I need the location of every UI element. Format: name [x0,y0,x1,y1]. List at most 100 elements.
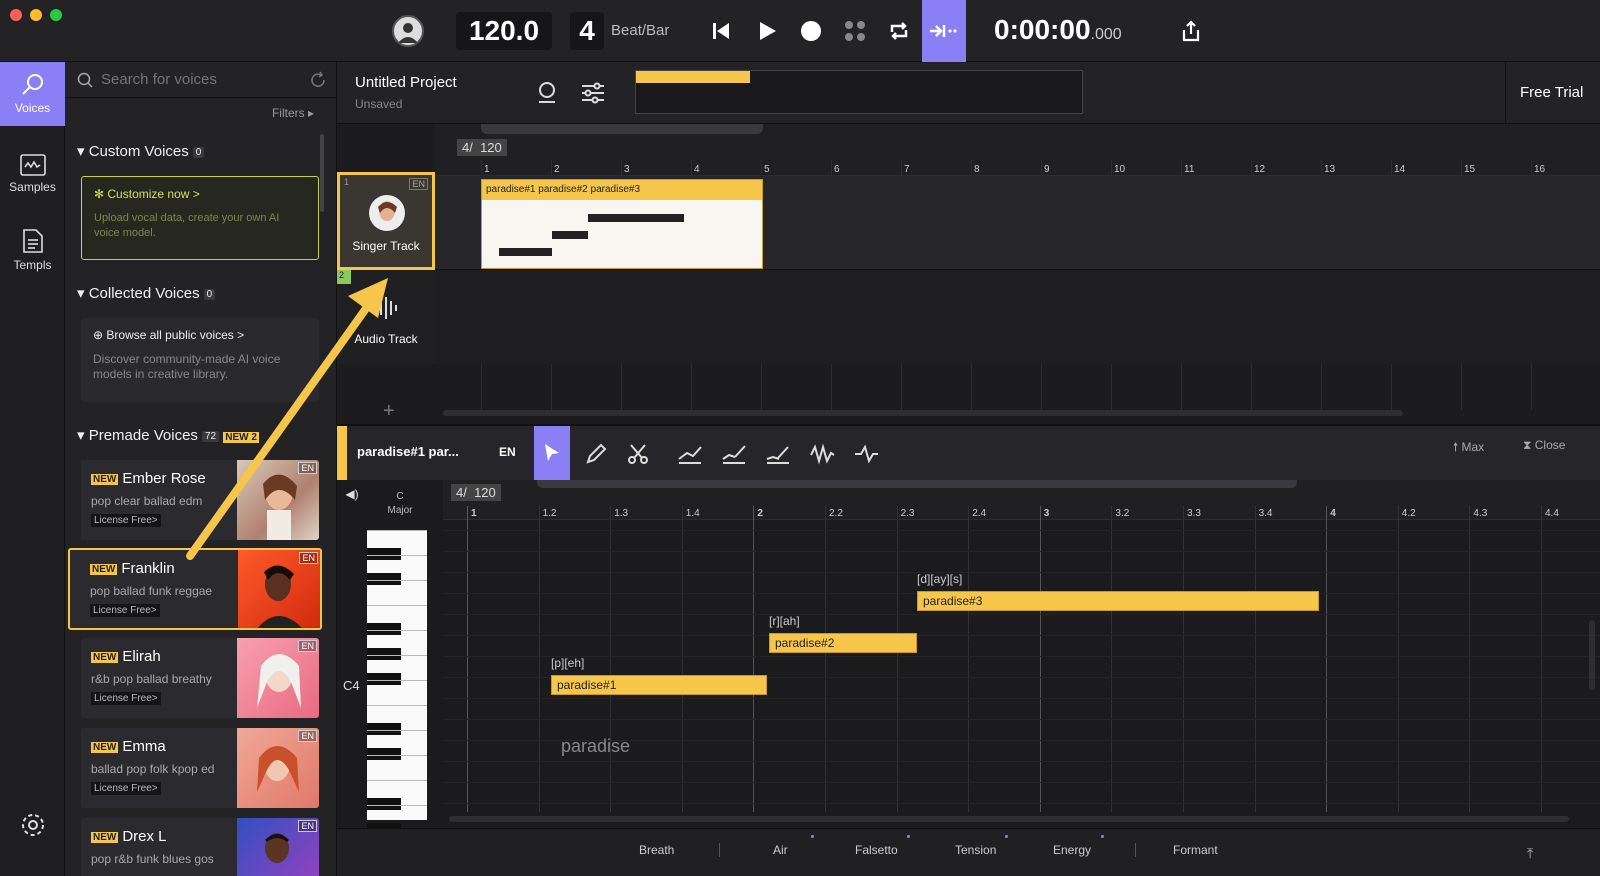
transition-icon[interactable] [853,443,879,465]
metronome-grid-icon[interactable] [840,16,870,46]
note-paradise-3[interactable]: paradise#3 [917,591,1319,611]
param-energy[interactable]: Energy [1053,843,1091,857]
loop-icon[interactable] [884,16,914,46]
param-formant[interactable]: Formant [1173,843,1218,857]
piano-loop-region[interactable] [537,480,1297,488]
browse-link[interactable]: ⊕ Browse all public voices > [93,328,307,342]
black-key[interactable] [367,723,401,735]
filters-button[interactable]: Filters ▸ [272,106,314,120]
speaker-icon[interactable]: ◀) [337,480,367,508]
nav-voices[interactable]: Voices [0,62,65,126]
piano-h-scrollbar[interactable] [449,816,1569,822]
param-air[interactable]: Air [773,843,788,857]
nav-templs[interactable]: Templs [0,218,65,282]
browse-box[interactable]: ⊕ Browse all public voices > Discover co… [81,318,319,402]
param-breath[interactable]: Breath [639,843,674,857]
arrange-timesig[interactable]: 4/ 120 [457,139,507,156]
piano-timesig[interactable]: 4/ 120 [451,484,501,501]
max-button[interactable]: 🠕 Max [1453,438,1484,459]
editor-clip-name[interactable]: paradise#1 par... [357,444,459,459]
voice-search-input[interactable] [101,71,281,88]
time-main: 0:00:00 [994,14,1091,45]
customize-link[interactable]: ✻ Customize now > [94,187,306,201]
metronome-icon[interactable] [537,80,557,107]
free-trial-link[interactable]: Free Trial [1520,84,1583,101]
note-paradise-2[interactable]: paradise#2 [769,633,917,653]
wave-icon[interactable] [809,443,835,465]
license-link[interactable]: License Free> [91,514,161,527]
premade-voices-header[interactable]: ▾ Premade Voices 72 NEW 2 [77,426,259,444]
black-key[interactable] [367,798,401,810]
singer-clip[interactable]: paradise#1 paradise#2 paradise#3 [481,179,763,269]
collected-voices-header[interactable]: ▾ Collected Voices 0 [77,284,216,302]
pitch-curve-icon[interactable] [677,443,703,465]
mixer-settings-icon[interactable] [581,82,605,107]
vibrato-pen-icon[interactable] [765,443,791,465]
export-icon[interactable] [1176,16,1206,46]
black-key[interactable] [367,648,401,660]
voice-card-emma[interactable]: NEW Emma ballad pop folk kpop ed License … [81,728,319,808]
minimize-window-button[interactable] [30,9,42,21]
audio-track-header[interactable]: 2 Audio Track [337,270,435,364]
scissors-icon[interactable] [627,443,649,465]
license-link[interactable]: License Free> [91,692,161,705]
note-phonemes[interactable]: [r][ah] [769,614,800,628]
piano-v-scrollbar[interactable] [1589,620,1595,690]
voice-card-elirah[interactable]: NEW Elirah r&b pop ballad breathy License… [81,638,319,718]
voice-card-ember-rose[interactable]: NEW Ember Rose pop clear ballad edm Licen… [81,460,319,540]
search-icon [77,72,93,88]
pitch-draw-icon[interactable] [721,443,747,465]
singer-track-header[interactable]: 1 EN Singer Track [337,172,435,270]
note-phonemes[interactable]: [d][ay][s] [917,572,962,586]
license-link[interactable]: License Free> [90,604,160,617]
settings-icon[interactable] [20,812,46,841]
beats-display[interactable]: 4 [570,12,604,50]
voice-card-franklin[interactable]: NEW Franklin pop ballad funk reggae Licen… [68,548,322,630]
expand-params-icon[interactable]: ⤒ [1527,845,1533,862]
black-key[interactable] [367,748,401,760]
custom-voices-count: 0 [192,146,205,158]
refresh-icon[interactable] [309,71,327,89]
editor-lang-select[interactable]: EN [499,445,516,459]
black-key[interactable] [367,573,401,585]
white-key-divider [367,705,427,706]
follow-playhead-button[interactable] [922,0,966,62]
black-key[interactable] [367,673,401,685]
custom-voices-header[interactable]: ▾ Custom Voices 0 [77,142,205,160]
clip-color-strip [337,426,347,480]
license-link[interactable]: License Free> [91,782,161,795]
record-icon[interactable] [796,16,826,46]
key-scale-selector[interactable]: C Major [377,490,423,518]
project-name[interactable]: Untitled Project [355,74,457,91]
close-window-button[interactable] [10,9,22,21]
overview-minimap[interactable] [635,70,1083,114]
piano-keyboard[interactable] [367,530,427,835]
pencil-icon[interactable] [585,443,607,465]
black-key[interactable] [367,548,401,560]
close-editor-button[interactable]: ⧗ Close [1523,438,1565,453]
black-key[interactable] [367,623,401,635]
loop-region[interactable] [481,124,763,134]
voice-card-drex-l[interactable]: NEW Drex L pop r&b funk blues gos EN [81,818,319,876]
user-avatar[interactable] [392,15,424,47]
play-icon[interactable] [752,16,782,46]
voice-name: Emma [122,738,166,755]
voices-scrollbar[interactable] [320,134,324,212]
nav-samples[interactable]: Samples [0,142,65,206]
maximize-window-button[interactable] [50,9,62,21]
beat-label: 2.4 [972,508,987,519]
bar-number: 4 [694,164,700,175]
tempo-display[interactable]: 120.0 [456,12,552,50]
lyric-text[interactable]: paradise [561,736,630,757]
arrange-h-scrollbar[interactable] [443,410,1403,416]
select-tool-button[interactable] [534,426,570,480]
param-tension[interactable]: Tension [955,843,996,857]
audio-track-lane[interactable] [435,270,1600,364]
param-falsetto[interactable]: Falsetto [855,843,898,857]
skip-back-icon[interactable] [706,16,736,46]
bar-number: 14 [1394,164,1406,175]
add-track-button[interactable]: + [383,400,395,423]
note-phonemes[interactable]: [p][eh] [551,656,584,670]
customize-box[interactable]: ✻ Customize now > Upload vocal data, cre… [81,176,319,260]
note-paradise-1[interactable]: paradise#1 [551,675,767,695]
